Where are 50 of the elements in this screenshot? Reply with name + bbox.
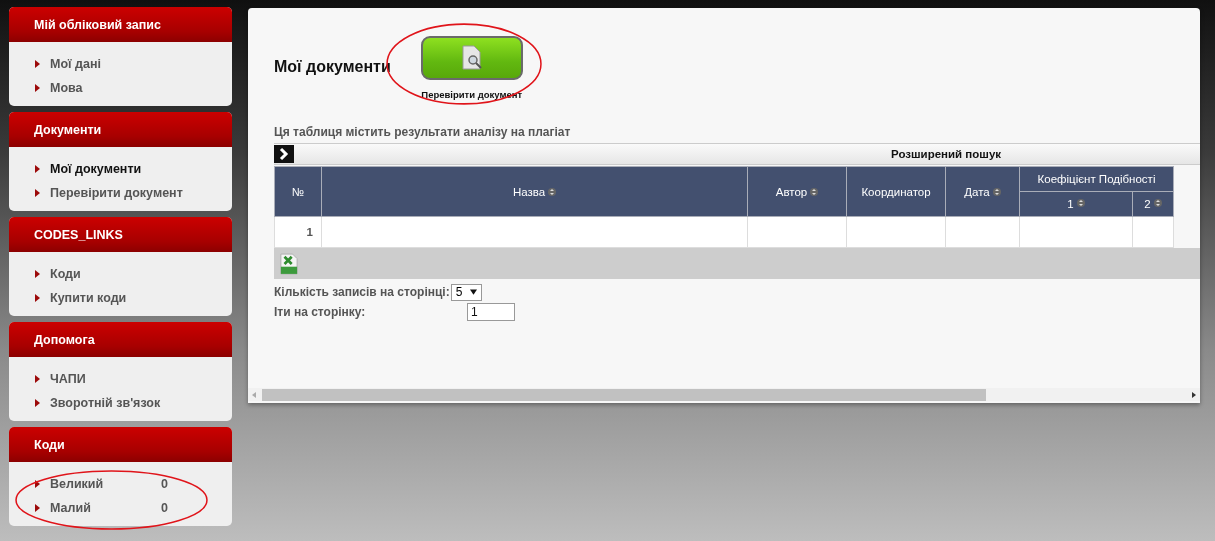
expand-icon xyxy=(274,145,294,163)
scroll-right-icon[interactable] xyxy=(1192,391,1196,398)
bullet-icon xyxy=(35,504,40,512)
bullet-icon xyxy=(35,189,40,197)
check-document-button[interactable] xyxy=(420,36,523,80)
bullet-icon xyxy=(35,375,40,383)
per-page-select[interactable]: 5 xyxy=(450,283,483,301)
column-header[interactable]: Координатор xyxy=(846,166,946,217)
document-search-icon xyxy=(460,45,483,71)
bullet-icon xyxy=(35,84,40,92)
panel-title: Мій обліковий запис xyxy=(34,17,161,32)
panel-title: Коди xyxy=(34,437,65,452)
sidebar-link[interactable]: Зворотній зв'язок xyxy=(50,396,161,410)
bullet-icon xyxy=(35,165,40,173)
panel-title: CODES_LINKS xyxy=(34,227,123,242)
advanced-search-label: Розширений пошук xyxy=(891,148,1002,160)
table-cell: 1 xyxy=(274,216,322,248)
excel-export-icon[interactable] xyxy=(280,252,298,275)
advanced-search-bar[interactable]: Розширений пошук xyxy=(274,143,1200,165)
sidebar-link[interactable]: Великий xyxy=(50,477,104,491)
page-number-field[interactable]: 1 xyxy=(467,303,515,321)
bullet-icon xyxy=(35,294,40,302)
column-header[interactable]: 1 xyxy=(1019,191,1133,217)
bullet-icon xyxy=(35,480,40,488)
column-header[interactable]: № xyxy=(274,166,322,217)
go-to-page-label: Іти на сторінку: xyxy=(274,305,367,319)
sidebar-link[interactable]: Купити коди xyxy=(50,291,127,305)
column-group-header: Коефіцієнт Подібності xyxy=(1019,166,1174,192)
code-count: 0 xyxy=(161,477,168,491)
bullet-icon xyxy=(35,270,40,278)
sidebar-link[interactable]: Мова xyxy=(50,81,83,95)
dropdown-icon xyxy=(470,289,478,295)
bullet-icon xyxy=(35,60,40,68)
bullet-icon xyxy=(35,399,40,407)
code-count: 0 xyxy=(161,501,168,515)
sidebar-link[interactable]: Малий xyxy=(50,501,91,515)
horizontal-scrollbar[interactable] xyxy=(248,388,1200,401)
per-page-label: Кількість записів на сторінці: xyxy=(274,285,450,299)
sidebar-link[interactable]: Перевірити документ xyxy=(50,186,183,200)
sidebar-link[interactable]: Мої документи xyxy=(50,162,142,176)
column-header[interactable]: Назва xyxy=(321,166,748,217)
column-header[interactable]: Дата xyxy=(945,166,1020,217)
column-header[interactable]: Автор xyxy=(747,166,847,217)
sidebar-link[interactable]: Коди xyxy=(50,267,81,281)
table-caption: Ця таблиця містить результати аналізу на плагіат xyxy=(274,125,572,139)
sidebar-link[interactable]: Мої дані xyxy=(50,57,101,71)
scroll-left-icon[interactable] xyxy=(252,391,256,398)
panel-title: Допомога xyxy=(34,332,95,347)
panel-title: Документи xyxy=(34,122,102,137)
sidebar-link[interactable]: ЧАПИ xyxy=(50,372,86,386)
